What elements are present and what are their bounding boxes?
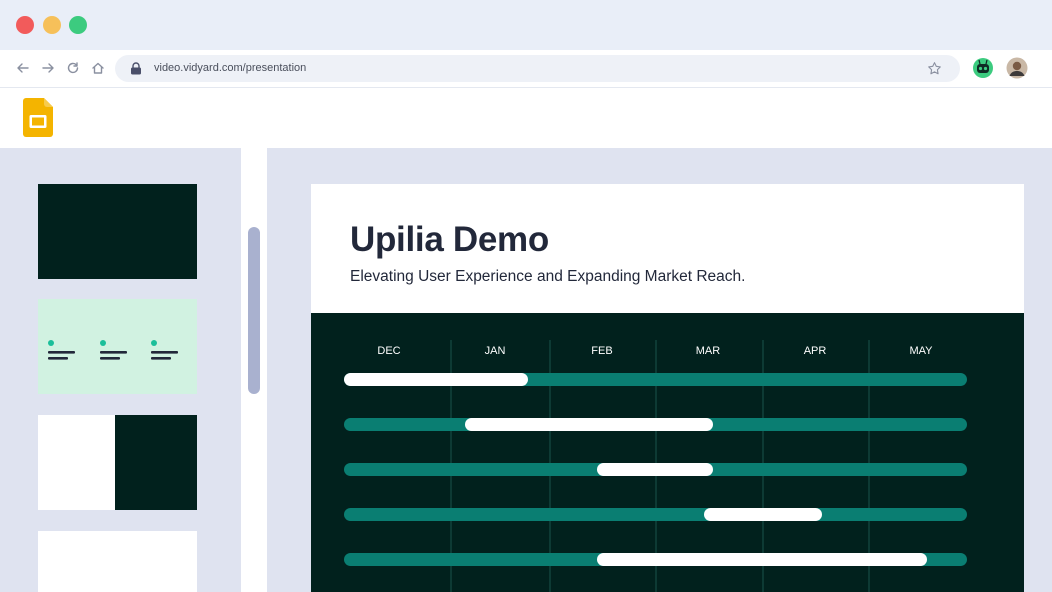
- lock-icon: [131, 62, 141, 75]
- slide-thumbnail-panel: [0, 148, 241, 592]
- slide-thumbnail-2[interactable]: [38, 299, 197, 394]
- text-lines-icon-group: [48, 340, 178, 360]
- panel-scrollbar-thumb[interactable]: [248, 227, 260, 394]
- bookmark-star-icon[interactable]: [927, 61, 942, 76]
- reload-icon[interactable]: [63, 58, 83, 78]
- month-label: FEB: [591, 345, 613, 357]
- month-label: JAN: [484, 345, 506, 357]
- profile-avatar[interactable]: [1006, 57, 1028, 79]
- timeline-track: [344, 373, 967, 386]
- timeline-bar[interactable]: [596, 463, 713, 476]
- timeline-bar[interactable]: [596, 553, 927, 566]
- slide-thumbnail-1[interactable]: [38, 184, 197, 279]
- google-slides-icon[interactable]: [23, 98, 53, 137]
- browser-titlebar: [0, 0, 1052, 50]
- home-icon[interactable]: [88, 58, 108, 78]
- maximize-window-button[interactable]: [69, 16, 87, 34]
- address-bar[interactable]: video.vidyard.com/presentation: [115, 55, 960, 82]
- close-window-button[interactable]: [16, 16, 34, 34]
- timeline-bar[interactable]: [465, 418, 713, 431]
- slide-subtitle[interactable]: Elevating User Experience and Expanding …: [350, 268, 745, 286]
- editor-area: Upilia Demo Elevating User Experience an…: [0, 148, 1052, 592]
- minimize-window-button[interactable]: [43, 16, 61, 34]
- robot-extension-icon[interactable]: [972, 57, 994, 79]
- slide-canvas-area: Upilia Demo Elevating User Experience an…: [267, 148, 1052, 592]
- timeline-track: [344, 553, 967, 566]
- slide-thumbnail-3[interactable]: [38, 415, 197, 510]
- forward-arrow-icon[interactable]: [38, 58, 58, 78]
- url-text: video.vidyard.com/presentation: [154, 62, 307, 74]
- month-label: MAY: [909, 345, 933, 357]
- slide-thumbnail-4[interactable]: [38, 531, 197, 592]
- slide-canvas[interactable]: Upilia Demo Elevating User Experience an…: [311, 184, 1024, 592]
- timeline-track: [344, 418, 967, 431]
- timeline-track: [344, 508, 967, 521]
- timeline-track: [344, 463, 967, 476]
- month-label: APR: [803, 345, 827, 357]
- back-arrow-icon[interactable]: [13, 58, 33, 78]
- panel-scrollbar-track: [241, 148, 267, 592]
- timeline-bar[interactable]: [344, 373, 529, 386]
- timeline-chart[interactable]: DEC JAN FEB MAR APR MAY: [311, 313, 1024, 592]
- month-label: DEC: [377, 345, 401, 357]
- thumbnail-dark-half: [115, 415, 197, 510]
- slide-title[interactable]: Upilia Demo: [350, 220, 549, 260]
- app-header: [0, 88, 1052, 148]
- timeline-bar[interactable]: [704, 508, 823, 521]
- month-label: MAR: [695, 345, 721, 357]
- browser-toolbar: video.vidyard.com/presentation: [0, 50, 1052, 88]
